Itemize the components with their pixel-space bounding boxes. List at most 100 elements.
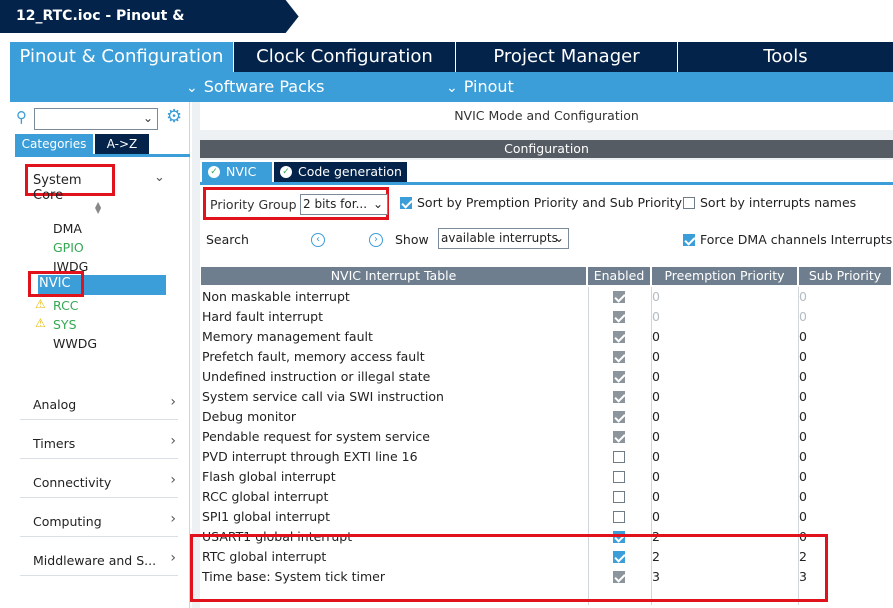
enabled-checkbox[interactable] — [613, 451, 625, 463]
column-header-sub-priority[interactable]: Sub Priority — [799, 267, 891, 285]
enabled-checkbox[interactable] — [613, 471, 625, 483]
table-row[interactable]: Prefetch fault, memory access fault 0 0 — [201, 347, 891, 367]
table-row[interactable]: Undefined instruction or illegal state 0 0 — [201, 367, 891, 387]
peripheral-sys[interactable]: SYS — [53, 317, 77, 332]
sub-priority-cell[interactable]: 0 — [799, 509, 807, 524]
preemption-priority-cell[interactable]: 0 — [652, 309, 660, 324]
table-row[interactable]: Flash global interrupt 0 0 — [201, 467, 891, 487]
enabled-checkbox — [613, 351, 625, 363]
sub-priority-cell[interactable]: 0 — [799, 289, 807, 304]
search-previous-button[interactable]: ‹ — [311, 233, 325, 247]
gear-icon[interactable]: ⚙ — [166, 106, 182, 127]
sort-names-checkbox[interactable] — [683, 197, 695, 209]
tab-tools[interactable]: Tools — [678, 42, 893, 72]
preemption-priority-cell[interactable]: 0 — [652, 449, 660, 464]
tab-categories[interactable]: Categories — [15, 134, 93, 154]
category-computing[interactable]: Computing › — [20, 505, 178, 537]
check-circle-icon: ✓ — [208, 166, 220, 178]
table-row[interactable]: Pendable request for system service 0 0 — [201, 427, 891, 447]
system-core-group[interactable]: System Core — [25, 164, 115, 203]
software-packs-menu[interactable]: ⌄ Software Packs — [186, 72, 324, 102]
chevron-down-icon[interactable]: ⌄ — [154, 170, 165, 185]
chevron-right-icon: › — [170, 511, 176, 527]
preemption-priority-cell[interactable]: 0 — [652, 329, 660, 344]
tab-a-z[interactable]: A->Z — [95, 134, 149, 154]
sub-priority-cell[interactable]: 0 — [799, 469, 807, 484]
sort-preemption-checkbox[interactable] — [400, 197, 412, 209]
column-header-name[interactable]: NVIC Interrupt Table — [201, 267, 586, 285]
column-header-preemption[interactable]: Preemption Priority — [652, 267, 797, 285]
category-connectivity[interactable]: Connectivity › — [20, 466, 178, 498]
table-row[interactable]: Debug monitor 0 0 — [201, 407, 891, 427]
table-row[interactable]: Memory management fault 0 0 — [201, 327, 891, 347]
preemption-priority-cell[interactable]: 0 — [652, 349, 660, 364]
sort-icon[interactable]: ▲ ▼ — [95, 201, 101, 215]
sub-priority-cell[interactable]: 0 — [799, 349, 807, 364]
table-row[interactable]: Non maskable interrupt 0 0 — [201, 287, 891, 307]
tab-pinout-configuration[interactable]: Pinout & Configuration — [10, 42, 234, 72]
peripheral-gpio[interactable]: GPIO — [53, 240, 84, 255]
chevron-down-icon[interactable]: ⌄ — [143, 111, 153, 125]
tab-project-manager[interactable]: Project Manager — [456, 42, 678, 72]
enabled-checkbox[interactable] — [613, 511, 625, 523]
highlight-box — [190, 534, 828, 602]
peripheral-rcc[interactable]: RCC — [53, 298, 79, 313]
search-icon[interactable]: ⚲ — [16, 108, 27, 126]
force-dma-checkbox[interactable] — [683, 234, 695, 246]
interrupt-name: Flash global interrupt — [202, 469, 336, 484]
tab-nvic[interactable]: ✓ NVIC — [202, 162, 272, 182]
sub-priority-cell[interactable]: 0 — [799, 369, 807, 384]
interrupt-name: PVD interrupt through EXTI line 16 — [202, 449, 418, 464]
sub-priority-cell[interactable]: 0 — [799, 409, 807, 424]
pinout-menu[interactable]: ⌄ Pinout — [446, 72, 514, 102]
tab-clock-configuration[interactable]: Clock Configuration — [234, 42, 456, 72]
enabled-checkbox — [613, 391, 625, 403]
enabled-checkbox — [613, 431, 625, 443]
table-row[interactable]: System service call via SWI instruction 0… — [201, 387, 891, 407]
table-row[interactable]: PVD interrupt through EXTI line 16 0 0 — [201, 447, 891, 467]
show-label: Show — [395, 232, 429, 247]
peripheral-wwdg[interactable]: WWDG — [53, 336, 97, 351]
table-row[interactable]: SPI1 global interrupt 0 0 — [201, 507, 891, 527]
preemption-priority-cell[interactable]: 0 — [652, 509, 660, 524]
peripheral-nvic[interactable]: NVIC — [28, 271, 84, 297]
enabled-checkbox — [613, 411, 625, 423]
sub-priority-cell[interactable]: 0 — [799, 309, 807, 324]
tab-code-generation-label: Code generation — [298, 164, 402, 179]
show-value: available interrupts — [441, 231, 558, 245]
sub-priority-cell[interactable]: 0 — [799, 329, 807, 344]
preemption-priority-cell[interactable]: 0 — [652, 389, 660, 404]
column-header-enabled[interactable]: Enabled — [588, 267, 650, 285]
category-timers[interactable]: Timers › — [20, 427, 178, 459]
mode-title: NVIC Mode and Configuration — [200, 102, 893, 130]
table-row[interactable]: RCC global interrupt 0 0 — [201, 487, 891, 507]
preemption-priority-cell[interactable]: 0 — [652, 369, 660, 384]
category-tabs-underline — [15, 154, 190, 157]
configuration-body: Priority Group 2 bits for... ⌄ Sort by P… — [190, 185, 893, 608]
preemption-priority-cell[interactable]: 0 — [652, 489, 660, 504]
priority-group-select[interactable]: 2 bits for... ⌄ — [300, 194, 388, 215]
category-middleware[interactable]: Middleware and S... › — [20, 544, 178, 576]
priority-group-value: 2 bits for... — [303, 197, 368, 211]
preemption-priority-cell[interactable]: 0 — [652, 409, 660, 424]
preemption-priority-cell[interactable]: 0 — [652, 429, 660, 444]
tab-code-generation[interactable]: ✓ Code generation — [274, 162, 407, 182]
chevron-down-icon: ⌄ — [446, 80, 458, 96]
sub-priority-cell[interactable]: 0 — [799, 449, 807, 464]
preemption-priority-cell[interactable]: 0 — [652, 469, 660, 484]
preemption-priority-cell[interactable]: 0 — [652, 289, 660, 304]
show-select[interactable]: available interrupts ⌄ — [438, 228, 569, 249]
search-next-button[interactable]: › — [369, 233, 383, 247]
enabled-checkbox[interactable] — [613, 491, 625, 503]
interrupt-name: Debug monitor — [202, 409, 296, 424]
peripheral-dma[interactable]: DMA — [53, 221, 82, 236]
interrupt-name: Hard fault interrupt — [202, 309, 324, 324]
sub-priority-cell[interactable]: 0 — [799, 389, 807, 404]
sub-priority-cell[interactable]: 0 — [799, 489, 807, 504]
search-input[interactable]: ⌄ — [34, 108, 158, 130]
interrupt-name: Undefined instruction or illegal state — [202, 369, 431, 384]
table-row[interactable]: Hard fault interrupt 0 0 — [201, 307, 891, 327]
category-analog[interactable]: Analog › — [20, 388, 178, 420]
sub-priority-cell[interactable]: 0 — [799, 429, 807, 444]
configuration-tabs: ✓ NVIC ✓ Code generation — [200, 160, 893, 182]
